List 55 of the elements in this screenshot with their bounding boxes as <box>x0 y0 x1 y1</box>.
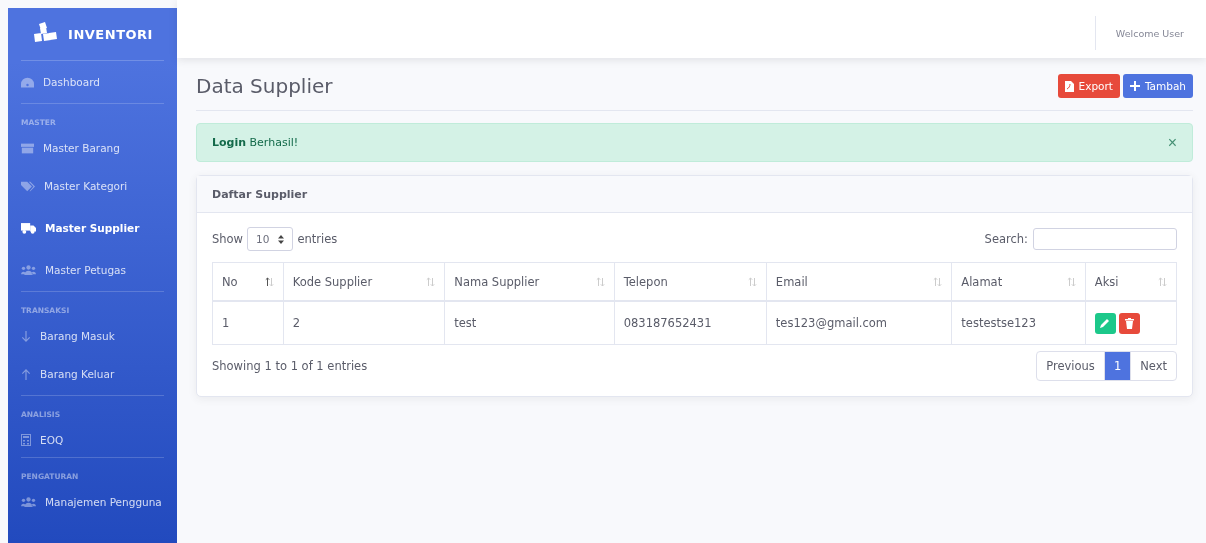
table-info: Showing 1 to 1 of 1 entries <box>212 359 368 373</box>
table-cell: 1 <box>212 301 284 345</box>
close-button[interactable]: × <box>1167 133 1177 152</box>
page-link[interactable]: 1 <box>1103 352 1131 380</box>
edit-button[interactable] <box>1094 312 1116 334</box>
users-icon <box>21 497 36 507</box>
sidebar-item[interactable]: Barang Keluar <box>21 353 164 395</box>
page-link[interactable]: Next <box>1130 352 1176 380</box>
box-icon <box>21 142 34 154</box>
column-header[interactable]: Kode Supplier <box>283 262 445 301</box>
pdf-file-icon <box>1064 80 1074 92</box>
truck-icon <box>21 222 36 234</box>
column-header[interactable]: Aksi <box>1085 262 1177 301</box>
arrow-down-icon <box>21 330 31 342</box>
tag-icon <box>21 180 35 192</box>
page-title: Data Supplier <box>196 74 333 98</box>
column-header[interactable]: Telepon <box>614 262 767 301</box>
pencil-icon <box>1100 318 1111 328</box>
caret-icon <box>278 234 285 244</box>
sidebar-item[interactable]: Master Supplier <box>21 207 164 249</box>
table-cell: test <box>444 301 615 345</box>
table-cell: tes123@gmail.com <box>766 301 952 345</box>
sidebar-item[interactable]: Master Petugas <box>21 249 164 291</box>
sidebar-item[interactable]: EOQ <box>21 423 164 457</box>
table-cell: testestse123 <box>951 301 1086 345</box>
sidebar-item[interactable]: Master Kategori <box>21 165 164 207</box>
delete-button[interactable] <box>1118 312 1140 334</box>
show-label: Show <box>212 232 244 246</box>
table-cell: 2 <box>283 301 445 345</box>
plus-icon <box>1129 81 1140 91</box>
column-header[interactable]: No <box>212 262 284 301</box>
users-icon <box>21 265 36 275</box>
column-header[interactable]: Email <box>766 262 952 301</box>
sidebar-item[interactable]: Barang Masuk <box>21 319 164 353</box>
arrow-up-icon <box>21 368 31 380</box>
search-label: Search: <box>984 232 1028 246</box>
welcome-text: Welcome User <box>1115 27 1184 39</box>
sidebar-item[interactable]: Dashboard <box>21 61 164 103</box>
dashboard-icon <box>21 76 34 88</box>
search-field[interactable] <box>1033 228 1177 250</box>
alert-message: Login Berhasil! <box>212 136 299 149</box>
column-header[interactable]: Alamat <box>951 262 1086 301</box>
entries-label: entries <box>297 232 338 246</box>
export-button[interactable]: Export <box>1057 74 1120 98</box>
add-button[interactable]: Tambah <box>1122 74 1193 98</box>
brand-title: INVENTORI <box>68 26 153 42</box>
sidebar-item[interactable]: Master Barang <box>21 131 164 165</box>
trash-icon <box>1124 317 1134 329</box>
column-header[interactable]: Nama Supplier <box>444 262 615 301</box>
entries-select[interactable]: 10 <box>247 227 294 251</box>
table-cell: 083187652431 <box>614 301 767 345</box>
sidebar-item[interactable]: Manajemen Pengguna <box>21 485 164 519</box>
calculator-icon <box>21 434 31 446</box>
page-link[interactable]: Previous <box>1037 352 1104 380</box>
card-title: Daftar Supplier <box>212 187 308 201</box>
